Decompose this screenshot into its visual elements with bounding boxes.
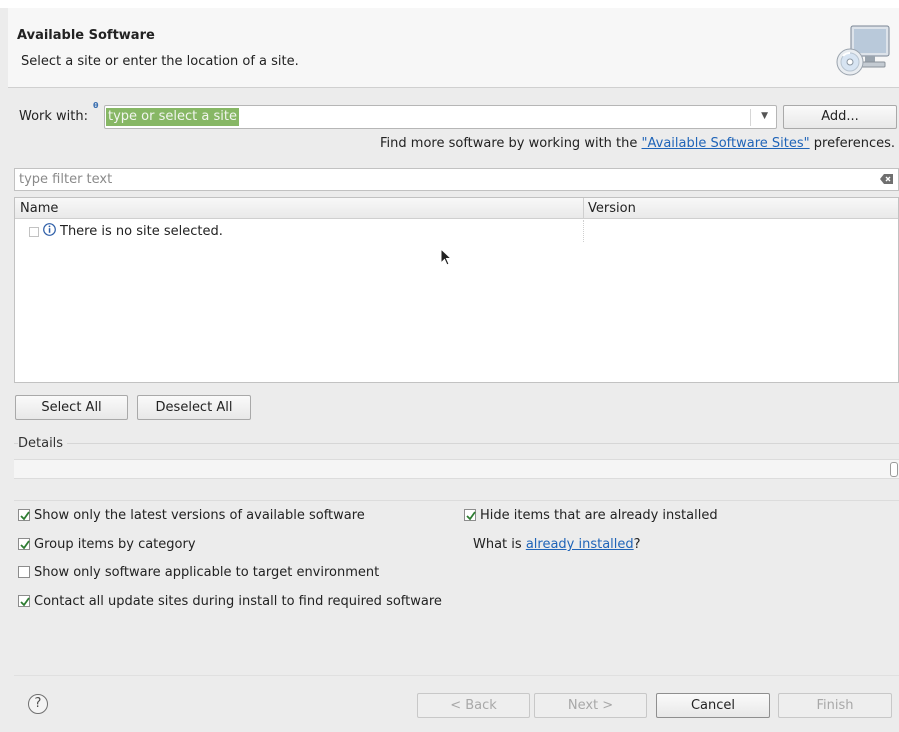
target-environment-label: Show only software applicable to target … [34,565,380,580]
info-icon [43,223,56,240]
footer-divider [14,675,899,676]
page-subtitle: Select a site or enter the location of a… [21,54,299,69]
wizard-header: Available Software Select a site or ente… [8,8,899,88]
software-tree[interactable]: Name Version There is no site selected. [14,197,899,383]
info-decoration-icon: θ [93,101,99,110]
target-environment-checkbox[interactable] [18,566,30,578]
contact-update-sites-label: Contact all update sites during install … [34,594,442,609]
available-software-sites-link[interactable]: "Available Software Sites" [642,136,810,151]
more-software-text: Find more software by working with the "… [380,136,895,151]
deselect-all-button[interactable]: Deselect All [137,395,251,420]
latest-versions-checkbox[interactable] [18,509,30,521]
select-all-button[interactable]: Select All [15,395,128,420]
hide-installed-label: Hide items that are already installed [480,508,718,523]
what-is-installed-text: What is already installed? [473,536,641,554]
more-software-suffix: preferences. [809,136,895,151]
already-installed-link[interactable]: already installed [526,537,634,552]
cancel-button[interactable]: Cancel [656,693,770,718]
latest-versions-option[interactable]: Show only the latest versions of availab… [18,507,365,525]
back-button[interactable]: < Back [417,693,530,718]
details-divider [14,443,899,444]
top-strip [0,0,899,8]
combo-separator [750,109,751,126]
work-with-input-text[interactable]: type or select a site [106,108,239,126]
column-divider[interactable] [583,198,584,219]
group-by-category-option[interactable]: Group items by category [18,536,196,554]
group-by-category-label: Group items by category [34,537,196,552]
filter-input[interactable]: type filter text [14,168,899,191]
hide-installed-checkbox[interactable] [464,509,476,521]
contact-update-sites-option[interactable]: Contact all update sites during install … [18,593,442,611]
computer-cd-icon [835,22,893,80]
column-header-version[interactable]: Version [588,201,636,216]
group-by-category-checkbox[interactable] [18,538,30,550]
tree-row[interactable]: There is no site selected. [29,223,223,241]
chevron-down-icon[interactable]: ▼ [761,111,768,121]
help-icon[interactable]: ? [28,694,48,714]
column-header-name[interactable]: Name [20,201,58,216]
next-button[interactable]: Next > [534,693,647,718]
details-bottom-divider [14,500,899,501]
contact-update-sites-checkbox[interactable] [18,595,30,607]
details-label: Details [18,436,68,451]
row-checkbox[interactable] [29,226,39,237]
clear-filter-icon[interactable] [880,173,894,185]
add-button[interactable]: Add... [783,105,897,129]
mouse-pointer-icon [440,247,454,268]
what-is-suffix: ? [633,537,641,552]
details-scrollbar[interactable] [890,462,898,477]
row-name: There is no site selected. [60,224,223,239]
hide-installed-option[interactable]: Hide items that are already installed [464,507,718,525]
row-column-divider [583,220,584,242]
page-title: Available Software [17,28,155,43]
available-software-dialog: Available Software Select a site or ente… [0,0,899,732]
latest-versions-label: Show only the latest versions of availab… [34,508,365,523]
filter-placeholder: type filter text [19,172,113,187]
what-is-prefix: What is [473,537,526,552]
finish-button[interactable]: Finish [778,693,892,718]
work-with-label: Work with: [19,109,89,124]
work-with-combo[interactable]: type or select a site ▼ [104,105,777,129]
tree-header: Name Version [15,198,898,219]
more-software-prefix: Find more software by working with the [380,136,642,151]
details-area[interactable] [14,459,899,479]
target-environment-option[interactable]: Show only software applicable to target … [18,564,379,582]
